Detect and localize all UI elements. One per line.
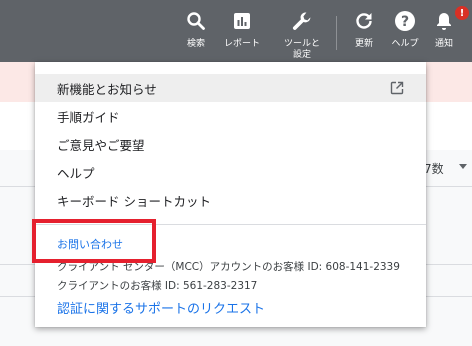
help-menu: 新機能とお知らせ 手順ガイド ご意見やご要望 ヘルプ キーボード ショートカット…	[35, 62, 426, 327]
reports-button[interactable]: レポート	[216, 10, 268, 56]
menu-item-guides[interactable]: 手順ガイド	[35, 102, 426, 130]
notification-badge: !	[455, 6, 469, 20]
menu-item-label: 手順ガイド	[57, 109, 120, 125]
search-button[interactable]: 検索	[170, 10, 222, 56]
reports-icon	[231, 10, 253, 32]
menu-item-feedback[interactable]: ご意見やご要望	[35, 130, 426, 158]
caret-down-icon[interactable]	[459, 164, 467, 169]
open-in-new-icon	[390, 81, 404, 95]
wrench-icon	[291, 10, 313, 32]
tools-settings-button[interactable]: ツールと 設定	[276, 10, 328, 60]
help-icon: ?	[394, 10, 416, 32]
search-label: 検索	[186, 39, 205, 49]
menu-item-label: キーボード ショートカット	[57, 193, 211, 209]
menu-item-help[interactable]: ヘルプ	[35, 158, 426, 186]
top-toolbar: 検索 レポート ツールと 設定 更新 ? ヘルプ 通知 !	[0, 0, 472, 62]
search-icon	[185, 10, 207, 32]
menu-item-label: ご意見やご要望	[57, 137, 145, 153]
svg-text:?: ?	[401, 14, 409, 30]
refresh-icon	[353, 10, 375, 32]
verification-support-link[interactable]: 認証に関するサポートのリクエスト	[57, 298, 265, 317]
tools-label: ツールと	[283, 39, 320, 49]
column-selector-label: 7数	[424, 162, 444, 176]
highlight-box	[32, 219, 156, 263]
notifications-label: 通知	[434, 39, 453, 49]
toolbar-divider	[336, 16, 337, 50]
reports-label: レポート	[223, 39, 260, 49]
menu-item-whats-new[interactable]: 新機能とお知らせ	[35, 74, 426, 102]
menu-item-label: 新機能とお知らせ	[57, 81, 157, 97]
client-customer-id: クライアントのお客様 ID: 561-283-2317	[57, 280, 258, 292]
bell-icon	[433, 10, 455, 32]
menu-item-keyboard-shortcuts[interactable]: キーボード ショートカット	[35, 186, 426, 214]
menu-item-label: ヘルプ	[57, 165, 95, 181]
tools-label-line2: 設定	[292, 50, 311, 60]
